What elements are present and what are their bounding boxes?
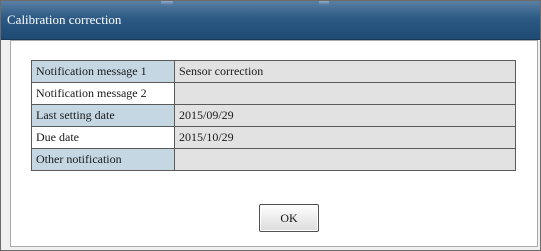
- ok-button[interactable]: OK: [259, 204, 319, 232]
- table-row: Due date 2015/10/29: [31, 126, 516, 149]
- row-label-notification-message-1: Notification message 1: [31, 60, 175, 83]
- row-label-last-setting-date: Last setting date: [31, 104, 175, 127]
- row-label-due-date: Due date: [31, 126, 175, 149]
- table-row: Notification message 2: [31, 82, 516, 105]
- row-value-other-notification: [174, 148, 516, 171]
- dialog-title: Calibration correction: [7, 12, 122, 27]
- notification-table: Notification message 1 Sensor correction…: [31, 60, 516, 171]
- table-row: Last setting date 2015/09/29: [31, 104, 516, 127]
- content-panel: Notification message 1 Sensor correction…: [10, 40, 538, 247]
- title-bar[interactable]: Calibration correction: [1, 1, 540, 40]
- title-bar-highlight: [319, 1, 329, 5]
- title-bar-highlight: [161, 1, 173, 5]
- table-row: Other notification: [31, 148, 516, 171]
- row-value-notification-message-1: Sensor correction: [174, 60, 516, 83]
- row-value-notification-message-2: [174, 82, 516, 105]
- row-label-other-notification: Other notification: [31, 148, 175, 171]
- row-value-due-date: 2015/10/29: [174, 126, 516, 149]
- row-value-last-setting-date: 2015/09/29: [174, 104, 516, 127]
- calibration-dialog: Calibration correction Notification mess…: [0, 0, 541, 251]
- row-label-notification-message-2: Notification message 2: [31, 82, 175, 105]
- table-row: Notification message 1 Sensor correction: [31, 60, 516, 83]
